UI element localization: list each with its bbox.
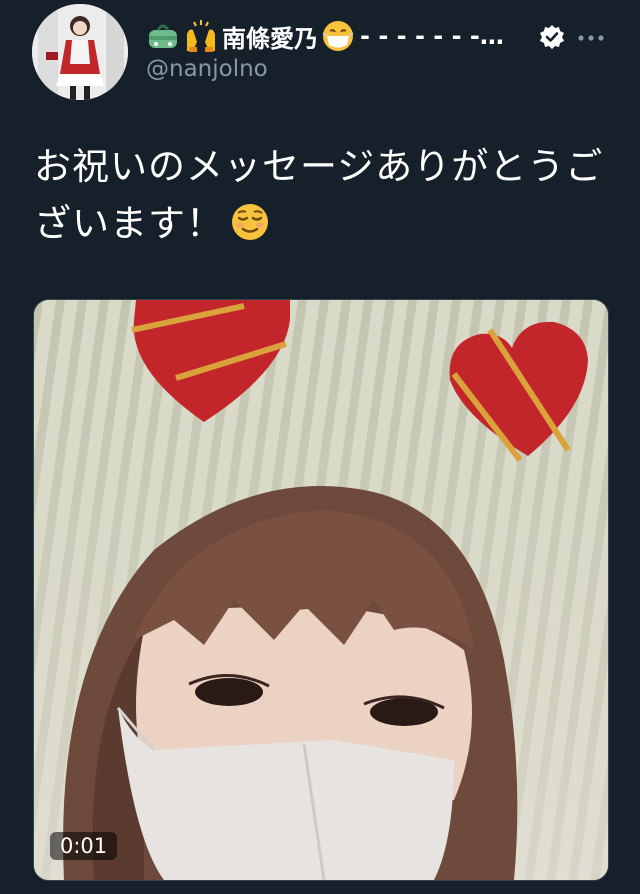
relieved-face-icon [230,201,270,258]
user-handle[interactable]: @nanjolno [146,56,268,82]
more-options-icon[interactable] [576,30,606,44]
display-name: 南條愛乃 [222,24,318,53]
avatar[interactable] [32,4,128,100]
tweet-text: お祝いのメッセージありがとうございます！ [34,138,604,258]
video-timestamp: 0:01 [50,832,118,860]
bag-icon [146,20,180,52]
mask-face-icon [322,20,356,52]
verified-badge-icon [539,24,565,50]
display-name-row[interactable]: 南條愛乃 - - - - - - -… [146,16,504,56]
avatar-photo-icon [32,4,128,100]
video-player[interactable]: 0:01 [33,299,609,881]
video-frame [34,300,608,880]
display-name-suffix: - - - - - - -… [360,22,504,50]
tweet-header: 南條愛乃 - - - - - - -… @nanjolno [0,0,640,120]
tweet-body: お祝いのメッセージありがとうございます！ [34,145,604,245]
raised-hands-icon [184,20,218,52]
